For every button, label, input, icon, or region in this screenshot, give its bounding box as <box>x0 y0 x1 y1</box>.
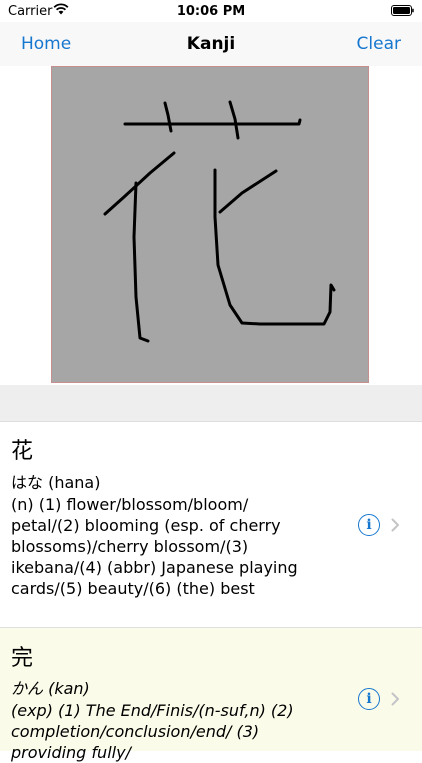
chevron-right-icon <box>391 518 399 532</box>
section-separator <box>0 385 422 421</box>
navigation-bar: Home Kanji Clear <box>0 22 422 67</box>
result-reading: はな (hana) <box>11 473 101 492</box>
result-reading: かん (kan) <box>11 679 90 698</box>
result-definition: (n) (1) flower/blossom/bloom/ petal/(2) … <box>11 495 298 598</box>
handwritten-strokes <box>103 100 336 343</box>
drawing-area <box>0 66 422 385</box>
info-icon[interactable]: i <box>358 688 380 710</box>
status-time: 10:06 PM <box>176 4 246 19</box>
clear-button[interactable]: Clear <box>357 34 401 54</box>
result-definition: (exp) (1) The End/Finis/(n-suf,n) (2) co… <box>11 701 294 762</box>
battery-icon <box>391 5 414 16</box>
status-bar: Carrier 10:06 PM <box>0 0 422 22</box>
result-row[interactable]: 完 かん (kan) (exp) (1) The End/Finis/(n-su… <box>0 627 422 762</box>
result-kanji: 完 <box>11 646 34 671</box>
chevron-right-icon <box>391 692 399 706</box>
result-kanji: 花 <box>11 439 34 464</box>
result-row[interactable]: 花 はな (hana) (n) (1) flower/blossom/bloom… <box>0 421 422 628</box>
info-icon[interactable]: i <box>358 514 380 536</box>
handwriting-canvas[interactable] <box>51 66 369 383</box>
